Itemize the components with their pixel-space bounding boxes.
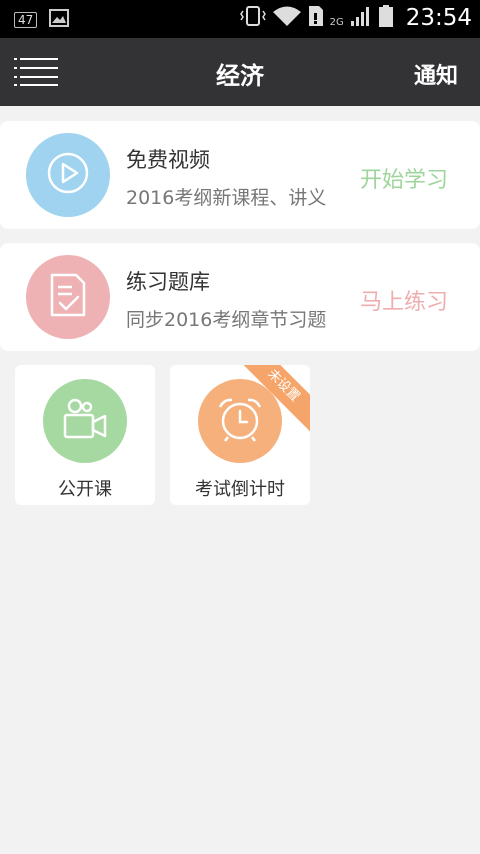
battery-icon — [378, 4, 394, 32]
network-type-label: 2G — [329, 17, 344, 28]
image-icon — [49, 9, 70, 31]
exam-countdown-tile[interactable]: 未设置 考试倒计时 — [170, 365, 310, 505]
question-bank-card[interactable]: 练习题库 同步2016考纲章节习题 马上练习 — [0, 243, 480, 351]
tile-label: 公开课 — [58, 479, 112, 500]
notification-count-badge: 47 — [14, 12, 38, 28]
tile-label: 考试倒计时 — [195, 479, 285, 500]
app-header: 经济 通知 — [0, 38, 480, 106]
free-video-icon-circle — [26, 133, 110, 217]
status-bar-right: 2G 23:54 — [239, 4, 472, 32]
notifications-button[interactable]: 通知 — [414, 58, 458, 90]
sim-icon — [308, 5, 324, 31]
start-learning-button[interactable]: 开始学习 — [360, 162, 448, 194]
clock: 23:54 — [405, 5, 472, 31]
play-icon — [46, 151, 90, 199]
question-bank-icon-circle — [26, 255, 110, 339]
card-title: 免费视频 — [126, 148, 210, 172]
vibrate-icon — [239, 5, 266, 31]
card-title: 练习题库 — [126, 270, 210, 294]
page-title: 经济 — [216, 62, 264, 90]
signal-icon — [350, 5, 372, 31]
video-camera-icon — [62, 397, 108, 445]
card-subtitle: 2016考纲新课程、讲义 — [126, 187, 327, 209]
alarm-clock-icon — [216, 395, 264, 447]
open-class-tile[interactable]: 公开课 — [15, 365, 155, 505]
document-check-icon — [46, 271, 90, 323]
wifi-icon — [272, 5, 302, 31]
card-subtitle: 同步2016考纲章节习题 — [126, 309, 327, 331]
status-bar-left: 47 — [14, 9, 70, 31]
free-video-card[interactable]: 免费视频 2016考纲新课程、讲义 开始学习 — [0, 121, 480, 229]
status-bar: 47 2G 23:54 — [0, 0, 480, 38]
practice-now-button[interactable]: 马上练习 — [360, 284, 448, 316]
open-class-icon-circle — [43, 379, 127, 463]
